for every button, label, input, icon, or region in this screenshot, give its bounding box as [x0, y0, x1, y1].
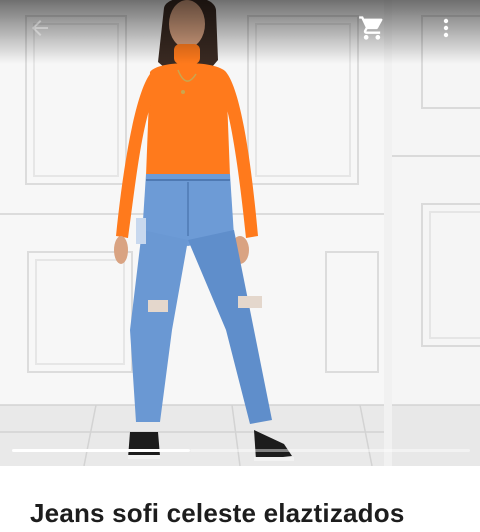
shopping-cart-icon — [359, 16, 383, 40]
product-image-gallery[interactable] — [0, 0, 480, 466]
product-image-main[interactable] — [0, 0, 384, 466]
gallery-indicator-active — [12, 449, 190, 452]
back-button[interactable] — [20, 8, 60, 48]
arrow-left-icon — [32, 20, 48, 36]
product-image-next[interactable] — [392, 0, 480, 466]
product-photo — [0, 0, 384, 466]
gallery-indicator-track — [190, 449, 470, 452]
more-vert-icon — [443, 18, 449, 38]
product-photo-next — [392, 0, 480, 466]
cart-button[interactable] — [352, 8, 392, 48]
appbar-scrim — [0, 0, 480, 64]
product-title: Jeans sofi celeste elaztizados — [30, 498, 405, 528]
more-options-button[interactable] — [426, 8, 466, 48]
